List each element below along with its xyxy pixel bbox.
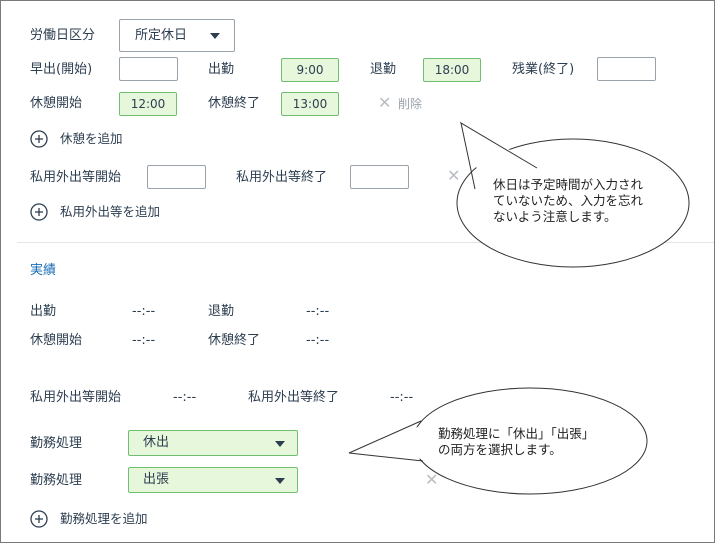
add-private-out-label: 私用外出等を追加	[60, 204, 161, 219]
result-leave-value: --:--	[306, 304, 330, 319]
work-process-label-1: 勤務処理	[30, 436, 83, 451]
delete-label: 削除	[398, 97, 423, 111]
callout-2-line-2: の両方を選択します。	[438, 442, 562, 457]
add-work-process-button[interactable]: 勤務処理を追加	[30, 510, 160, 530]
attendance-edit-panel: 労働日区分 所定休日 早出(開始) 出勤 9:00 退勤 18:00 残業(終了…	[0, 0, 715, 543]
result-break-start-value: --:--	[132, 333, 156, 348]
overtime-end-input[interactable]	[597, 57, 656, 81]
workday-type-label: 労働日区分	[30, 28, 96, 43]
early-start-label: 早出(開始)	[30, 62, 93, 77]
leave-input[interactable]: 18:00	[423, 58, 481, 82]
work-process-select-2[interactable]: 出張	[128, 467, 298, 493]
add-work-process-label: 勤務処理を追加	[60, 511, 148, 526]
workday-type-select[interactable]: 所定休日	[119, 19, 235, 52]
work-process-value-2: 出張	[143, 472, 170, 487]
private-out-start-label: 私用外出等開始	[30, 170, 122, 185]
result-break-end-label: 休憩終了	[208, 333, 261, 348]
result-private-out-start-label: 私用外出等開始	[30, 390, 122, 405]
result-private-out-end-label: 私用外出等終了	[248, 390, 340, 405]
break-end-input[interactable]: 13:00	[281, 92, 339, 116]
break-start-input[interactable]: 12:00	[119, 92, 177, 116]
result-break-end-value: --:--	[306, 333, 330, 348]
early-start-input[interactable]	[119, 57, 178, 81]
break-end-label: 休憩終了	[208, 96, 261, 111]
overtime-end-label: 残業(終了)	[512, 62, 575, 77]
attend-label: 出勤	[208, 62, 235, 77]
work-process-value-1: 休出	[143, 435, 170, 450]
result-private-out-start-value: --:--	[173, 390, 197, 405]
add-circle-icon	[30, 130, 48, 148]
workday-type-value: 所定休日	[135, 28, 188, 43]
callout-1-line-2: ていないため、入力を忘れ	[493, 193, 644, 208]
callout-2-line-1: 勤務処理に「休出」「出張」	[438, 426, 595, 441]
private-out-start-input[interactable]	[147, 165, 206, 189]
callout-1-line-3: ないよう注意します。	[493, 209, 617, 224]
work-process-label-2: 勤務処理	[30, 473, 83, 488]
private-out-end-label: 私用外出等終了	[236, 170, 328, 185]
private-out-end-input[interactable]	[350, 165, 409, 189]
result-break-start-label: 休憩開始	[30, 333, 83, 348]
add-break-button[interactable]: 休憩を追加	[30, 130, 140, 150]
callout-1-line-1: 休日は予定時間が入力され	[493, 177, 644, 192]
results-section-title: 実績	[30, 263, 57, 278]
work-process-select-1[interactable]: 休出	[128, 430, 298, 456]
result-leave-label: 退勤	[208, 304, 235, 319]
chevron-down-icon	[275, 478, 285, 484]
add-private-out-button[interactable]: 私用外出等を追加	[30, 203, 180, 223]
add-break-label: 休憩を追加	[60, 131, 123, 146]
close-icon: ✕	[378, 93, 392, 112]
add-circle-icon	[30, 510, 48, 528]
break-start-label: 休憩開始	[30, 96, 83, 111]
chevron-down-icon	[210, 33, 220, 39]
attend-input[interactable]: 9:00	[281, 58, 339, 82]
add-circle-icon	[30, 203, 48, 221]
result-attend-value: --:--	[132, 304, 156, 319]
leave-label: 退勤	[370, 62, 397, 77]
chevron-down-icon	[275, 441, 285, 447]
result-attend-label: 出勤	[30, 304, 57, 319]
